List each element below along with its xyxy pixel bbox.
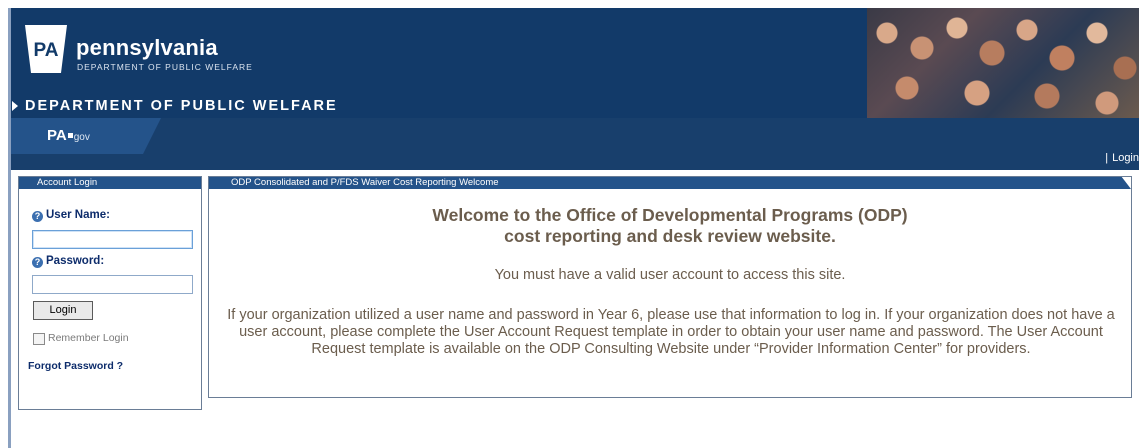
pagov-link[interactable]: PA gov [47,127,90,144]
welcome-heading-line1: Welcome to the Office of Developmental P… [432,205,908,225]
logo-badge-text: PA [34,40,59,61]
valid-account-notice: You must have a valid user account to ac… [494,267,846,283]
account-login-panel: Account Login ? User Name: ? Password: Log… [18,176,202,410]
department-banner: DEPARTMENT OF PUBLIC WELFARE [25,98,338,114]
banner-arrow-icon [12,101,18,111]
username-input[interactable] [32,230,193,249]
pagov-dot-icon [67,133,73,139]
header-login-link[interactable]: Login [1112,152,1139,164]
pagov-sub: gov [73,132,90,143]
welcome-heading: Welcome to the Office of Developmental P… [209,205,1131,247]
password-label-text: Password: [46,255,105,267]
brand-subtitle: DEPARTMENT OF PUBLIC WELFARE [77,62,253,72]
remember-login-label[interactable]: Remember Login [48,332,129,344]
pagov-tab[interactable]: PA gov [11,118,161,154]
pagov-main: PA [47,127,67,144]
login-instructions: If your organization utilized a user nam… [227,307,1115,357]
brand-name: pennsylvania [76,35,218,60]
top-strip [0,0,1139,8]
forgot-password-link[interactable]: Forgot Password ? [28,360,123,372]
header-crowd-photo [867,8,1139,118]
header-login: | Login [1105,152,1139,164]
welcome-heading-line2: cost reporting and desk review website. [504,226,836,246]
welcome-panel-title: ODP Consolidated and P/FDS Waiver Cost R… [209,177,1131,189]
keystone-logo-icon: PA [25,25,67,73]
welcome-panel: ODP Consolidated and P/FDS Waiver Cost R… [208,176,1132,398]
remember-login-checkbox[interactable] [33,333,45,345]
nav-bar: PA gov | Login [11,118,1139,170]
username-label: ? User Name: [32,209,110,222]
account-login-title: Account Login [19,177,201,189]
password-label: ? Password: [32,255,104,268]
login-separator: | [1105,152,1109,164]
question-circle-icon[interactable]: ? [32,211,43,222]
password-input[interactable] [32,275,193,294]
question-circle-icon[interactable]: ? [32,257,43,268]
login-button[interactable]: Login [33,301,93,320]
username-label-text: User Name: [46,209,110,221]
site-header: PA pennsylvania DEPARTMENT OF PUBLIC WEL… [11,8,1139,118]
